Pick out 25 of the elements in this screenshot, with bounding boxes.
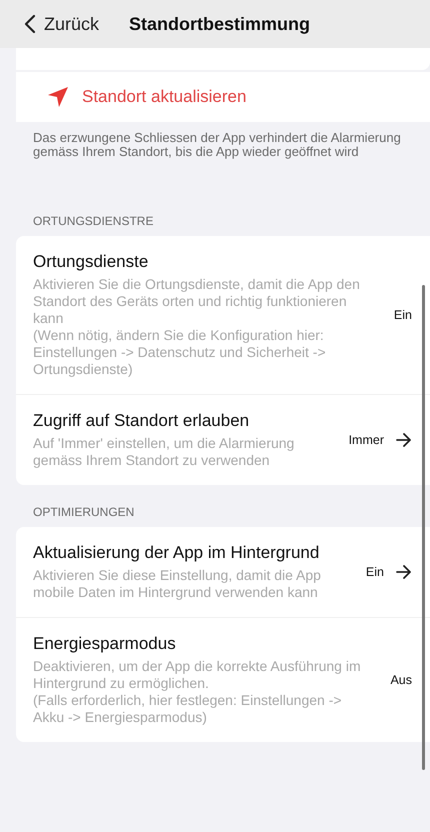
settings-row[interactable]: Energiesparmodus Deaktivieren, um der App die korrekte Ausführung im Hintergrund zu ermöglichen. (Falls erforderlich, hier festlegen: Einstellungen -> Akku -> Energiesparmodus) Aus	[16, 618, 430, 742]
row-description: Aktivieren Sie diese Einstellung, damit die App mobile Daten im Hintergrund verwenden kann	[33, 567, 322, 601]
location-arrow-icon	[46, 85, 70, 109]
section-header: OPTIMIERUNGEN	[33, 504, 136, 521]
row-title: Zugriff auf Standort erlauben	[33, 411, 250, 431]
section-header: ORTUNGSDIENSTRE	[33, 213, 154, 230]
update-location-button[interactable]: Standort aktualisieren	[16, 72, 430, 122]
row-value: Aus	[390, 673, 412, 687]
row-title: Ortungsdienste	[33, 252, 150, 272]
settings-row[interactable]: Aktualisierung der App im Hintergrund Aktivieren Sie diese Einstellung, damit die App mobile Daten im Hintergrund verwenden kann Ein	[16, 527, 430, 617]
back-button[interactable]: Zurück	[24, 14, 100, 34]
page-title: Standortbestimmung	[129, 14, 310, 34]
row-value: Ein	[366, 565, 384, 579]
row-title: Aktualisierung der App im Hintergrund	[33, 543, 320, 563]
row-title: Energiesparmodus	[33, 634, 177, 654]
arrow-right-icon	[396, 433, 412, 447]
row-value: Ein	[394, 308, 412, 322]
settings-row[interactable]: Zugriff auf Standort erlauben Auf 'Immer' einstellen, um die Alarmierung gemäss Ihrem Standort zu verwenden Immer	[16, 395, 430, 485]
row-description: Deaktivieren, um der App die korrekte Ausführung im Hintergrund zu ermöglichen. (Falls erforderlich, hier festlegen: Einstellungen -> Akku -> Energiesparmodus)	[33, 658, 362, 726]
chevron-left-icon	[24, 14, 36, 34]
row-value: Immer	[348, 433, 384, 447]
row-description: Auf 'Immer' einstellen, um die Alarmierung gemäss Ihrem Standort zu verwenden	[33, 435, 296, 469]
row-description: Aktivieren Sie die Ortungsdienste, damit die App den Standort des Geräts orten und richtig funktionieren kann (Wenn nötig, ändern Sie die Konfiguration hier: Einstellungen -> Datenschutz und Sicherheit -> Ortungsdienste)	[33, 276, 361, 378]
arrow-right-icon	[396, 565, 412, 579]
footer-note: Das erzwungene Schliessen der App verhindert die Alarmierung gemäss Ihrem Standort, bis die App wieder geöffnet wird	[33, 129, 402, 161]
